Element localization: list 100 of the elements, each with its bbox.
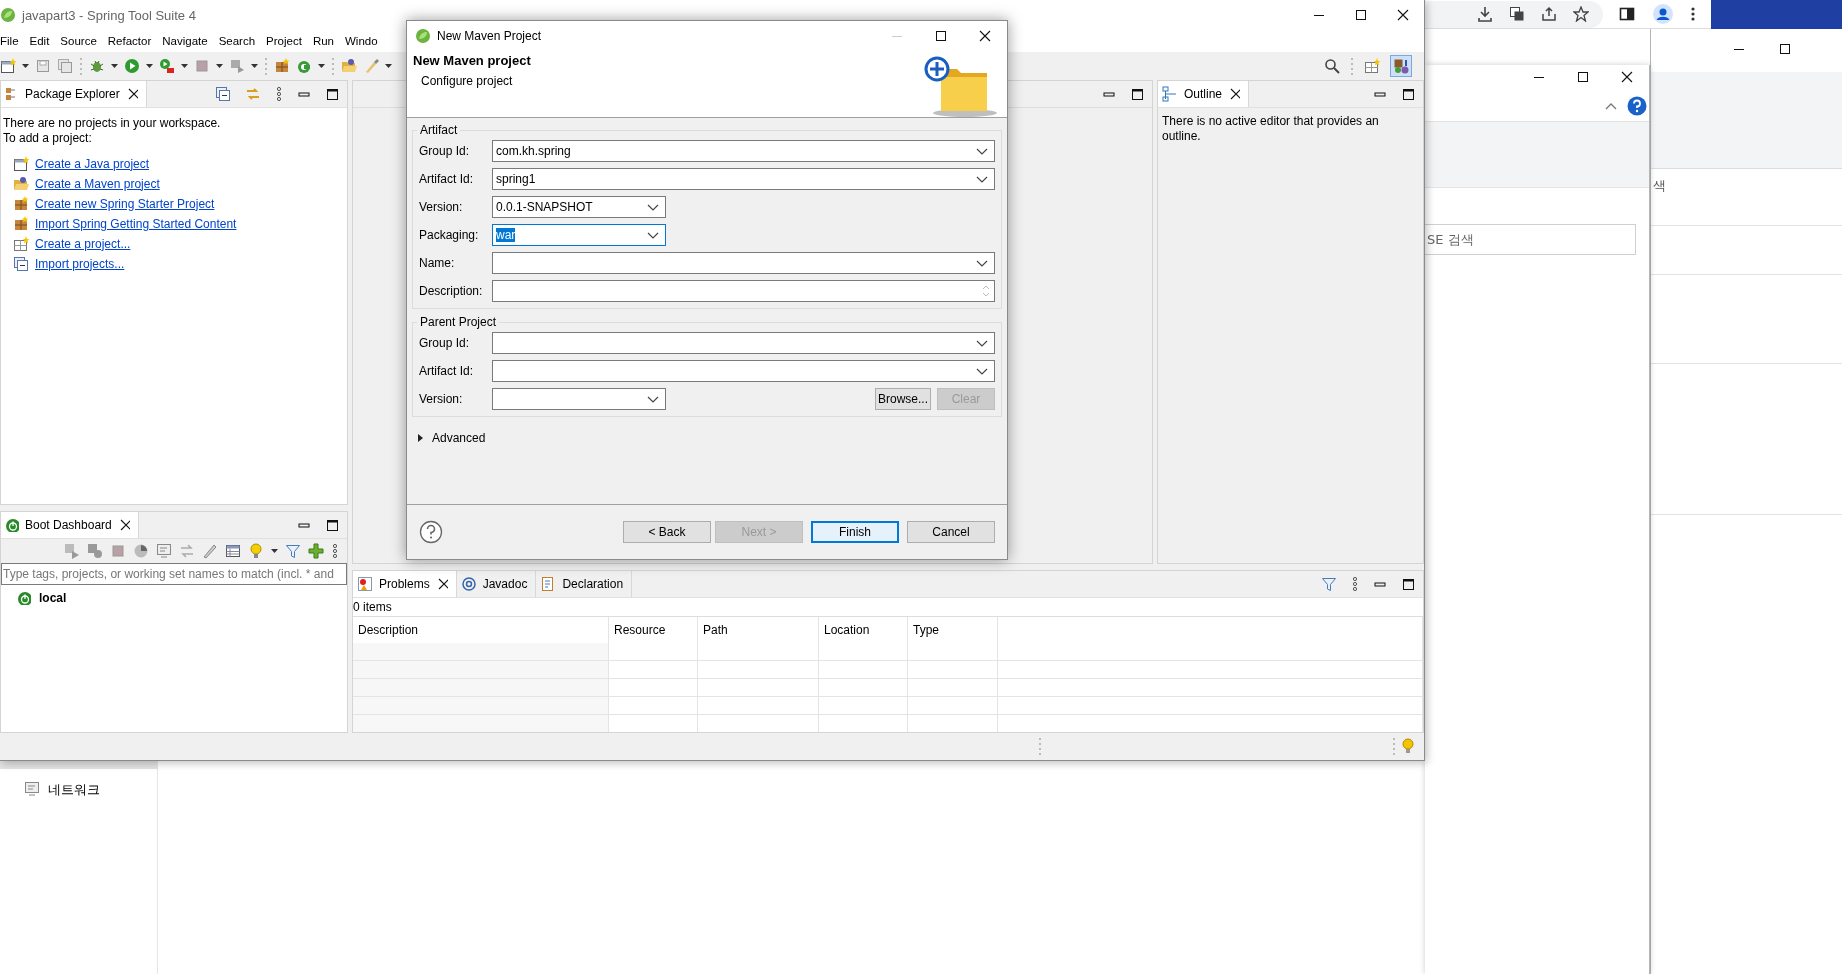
combo-box[interactable] <box>492 388 666 410</box>
search-field[interactable]: SE 검색 <box>1425 224 1636 255</box>
link[interactable]: Create a project... <box>35 236 131 252</box>
filter-icon[interactable] <box>1321 576 1337 592</box>
link[interactable]: Import Spring Getting Started Content <box>35 216 237 232</box>
button[interactable]: Browse... <box>875 388 931 410</box>
caret-icon[interactable] <box>22 64 29 68</box>
view-tab[interactable]: Boot Dashboard <box>1 512 139 538</box>
sidebar-item[interactable]: 네트워크 <box>48 781 100 799</box>
combo-box[interactable]: war <box>492 224 666 246</box>
column-header[interactable]: Resource <box>609 617 698 643</box>
menu-item[interactable]: Navigate <box>162 35 208 47</box>
view-tab[interactable]: Package Explorer <box>1 81 147 107</box>
caret-icon[interactable] <box>271 549 278 553</box>
maximize-icon[interactable] <box>325 87 339 101</box>
column-header[interactable]: Path <box>698 617 819 643</box>
filter-field[interactable]: Type tags, projects, or working set names to match (incl. * and <box>1 563 347 585</box>
expand-arrow-icon[interactable] <box>417 433 424 443</box>
maximize-icon[interactable] <box>933 28 949 44</box>
view-menu-icon[interactable] <box>1351 576 1359 592</box>
filter-icon[interactable] <box>285 543 301 559</box>
close-icon[interactable] <box>1228 86 1241 102</box>
view-tab[interactable]: Problems <box>353 571 457 597</box>
help-icon[interactable] <box>1627 96 1647 116</box>
combo-box[interactable]: com.kh.spring <box>492 140 995 162</box>
close-icon[interactable] <box>977 28 993 44</box>
caret-icon[interactable] <box>251 64 258 68</box>
menu-item[interactable]: Windo <box>345 35 378 47</box>
package-icon[interactable] <box>274 58 290 74</box>
collapse-all-icon[interactable] <box>215 86 231 102</box>
table-icon[interactable] <box>225 543 241 559</box>
caret-icon[interactable] <box>111 64 118 68</box>
menu-item[interactable]: File <box>0 35 19 47</box>
console-icon[interactable] <box>156 543 172 559</box>
close-icon[interactable] <box>1619 69 1635 85</box>
caret-icon[interactable] <box>216 64 223 68</box>
info-text: There is no active editor that provides an outline. <box>1161 113 1380 145</box>
tree-item[interactable]: local <box>39 591 67 605</box>
link[interactable]: Import projects... <box>35 256 125 272</box>
lightbulb-icon[interactable] <box>248 543 264 559</box>
caret-icon[interactable] <box>385 64 392 68</box>
new-window-icon[interactable] <box>1364 58 1380 74</box>
folder-icon[interactable] <box>341 58 357 74</box>
brush-icon[interactable] <box>363 58 379 74</box>
download-icon[interactable] <box>1477 6 1493 22</box>
text-area[interactable] <box>492 280 995 302</box>
combo-box[interactable]: 0.0.1-SNAPSHOT <box>492 196 666 218</box>
section-toggle[interactable]: Advanced <box>432 431 486 445</box>
maximize-icon[interactable] <box>1401 577 1415 591</box>
star-icon[interactable] <box>1573 6 1589 22</box>
dialog-description: Configure project <box>420 74 514 88</box>
combo-box[interactable] <box>492 252 995 274</box>
menu-item[interactable]: Search <box>218 35 256 47</box>
link[interactable]: Create a Java project <box>35 156 150 172</box>
menu-icon[interactable] <box>1691 6 1695 22</box>
search-icon[interactable] <box>1324 58 1340 74</box>
help-icon[interactable] <box>419 520 443 544</box>
caret-icon[interactable] <box>181 64 188 68</box>
button[interactable]: Finish <box>811 521 899 543</box>
run-tools-icon[interactable] <box>159 58 175 74</box>
run-icon[interactable] <box>124 58 140 74</box>
caret-icon[interactable] <box>146 64 153 68</box>
side-panel-icon[interactable] <box>1619 6 1635 22</box>
share-icon[interactable] <box>1541 6 1557 22</box>
menu-item[interactable]: Source <box>60 35 97 47</box>
link[interactable]: Create new Spring Starter Project <box>35 196 215 212</box>
new-file-icon[interactable] <box>0 58 16 74</box>
column-header[interactable]: Type <box>908 617 998 643</box>
chevron-up-icon[interactable] <box>1605 102 1617 110</box>
column-header[interactable]: Location <box>819 617 908 643</box>
combo-box[interactable] <box>492 360 995 382</box>
perspective-button[interactable] <box>1390 55 1412 77</box>
link[interactable]: Create a Maven project <box>35 176 160 192</box>
combo-box[interactable]: spring1 <box>492 168 995 190</box>
translate-icon[interactable] <box>1509 6 1525 22</box>
field-label: Version: <box>419 200 464 214</box>
view-tab[interactable]: Outline <box>1158 81 1250 107</box>
button[interactable]: < Back <box>623 521 711 543</box>
view-menu-icon[interactable] <box>275 86 283 102</box>
menu-item[interactable]: Run <box>312 35 334 47</box>
combo-box[interactable] <box>492 332 995 354</box>
menu-item[interactable]: Edit <box>29 35 50 47</box>
maximize-icon[interactable] <box>1353 7 1369 23</box>
view-menu-icon[interactable] <box>331 543 339 559</box>
caret-icon[interactable] <box>318 64 325 68</box>
maximize-icon[interactable] <box>1777 41 1793 57</box>
pencil-icon[interactable] <box>202 543 218 559</box>
button[interactable]: Cancel <box>907 521 995 543</box>
add-icon[interactable] <box>308 543 324 559</box>
chevron-down-icon <box>976 259 988 267</box>
save-icon[interactable] <box>35 58 51 74</box>
maximize-icon[interactable] <box>1130 87 1144 101</box>
menu-item[interactable]: Refactor <box>107 35 152 47</box>
maximize-icon[interactable] <box>1575 69 1591 85</box>
menu-item[interactable]: Project <box>266 35 302 47</box>
maximize-icon[interactable] <box>325 518 339 532</box>
close-icon[interactable] <box>1395 7 1411 23</box>
profile-icon[interactable] <box>1653 4 1673 24</box>
bug-icon[interactable] <box>89 58 105 74</box>
maximize-icon[interactable] <box>1401 87 1415 101</box>
